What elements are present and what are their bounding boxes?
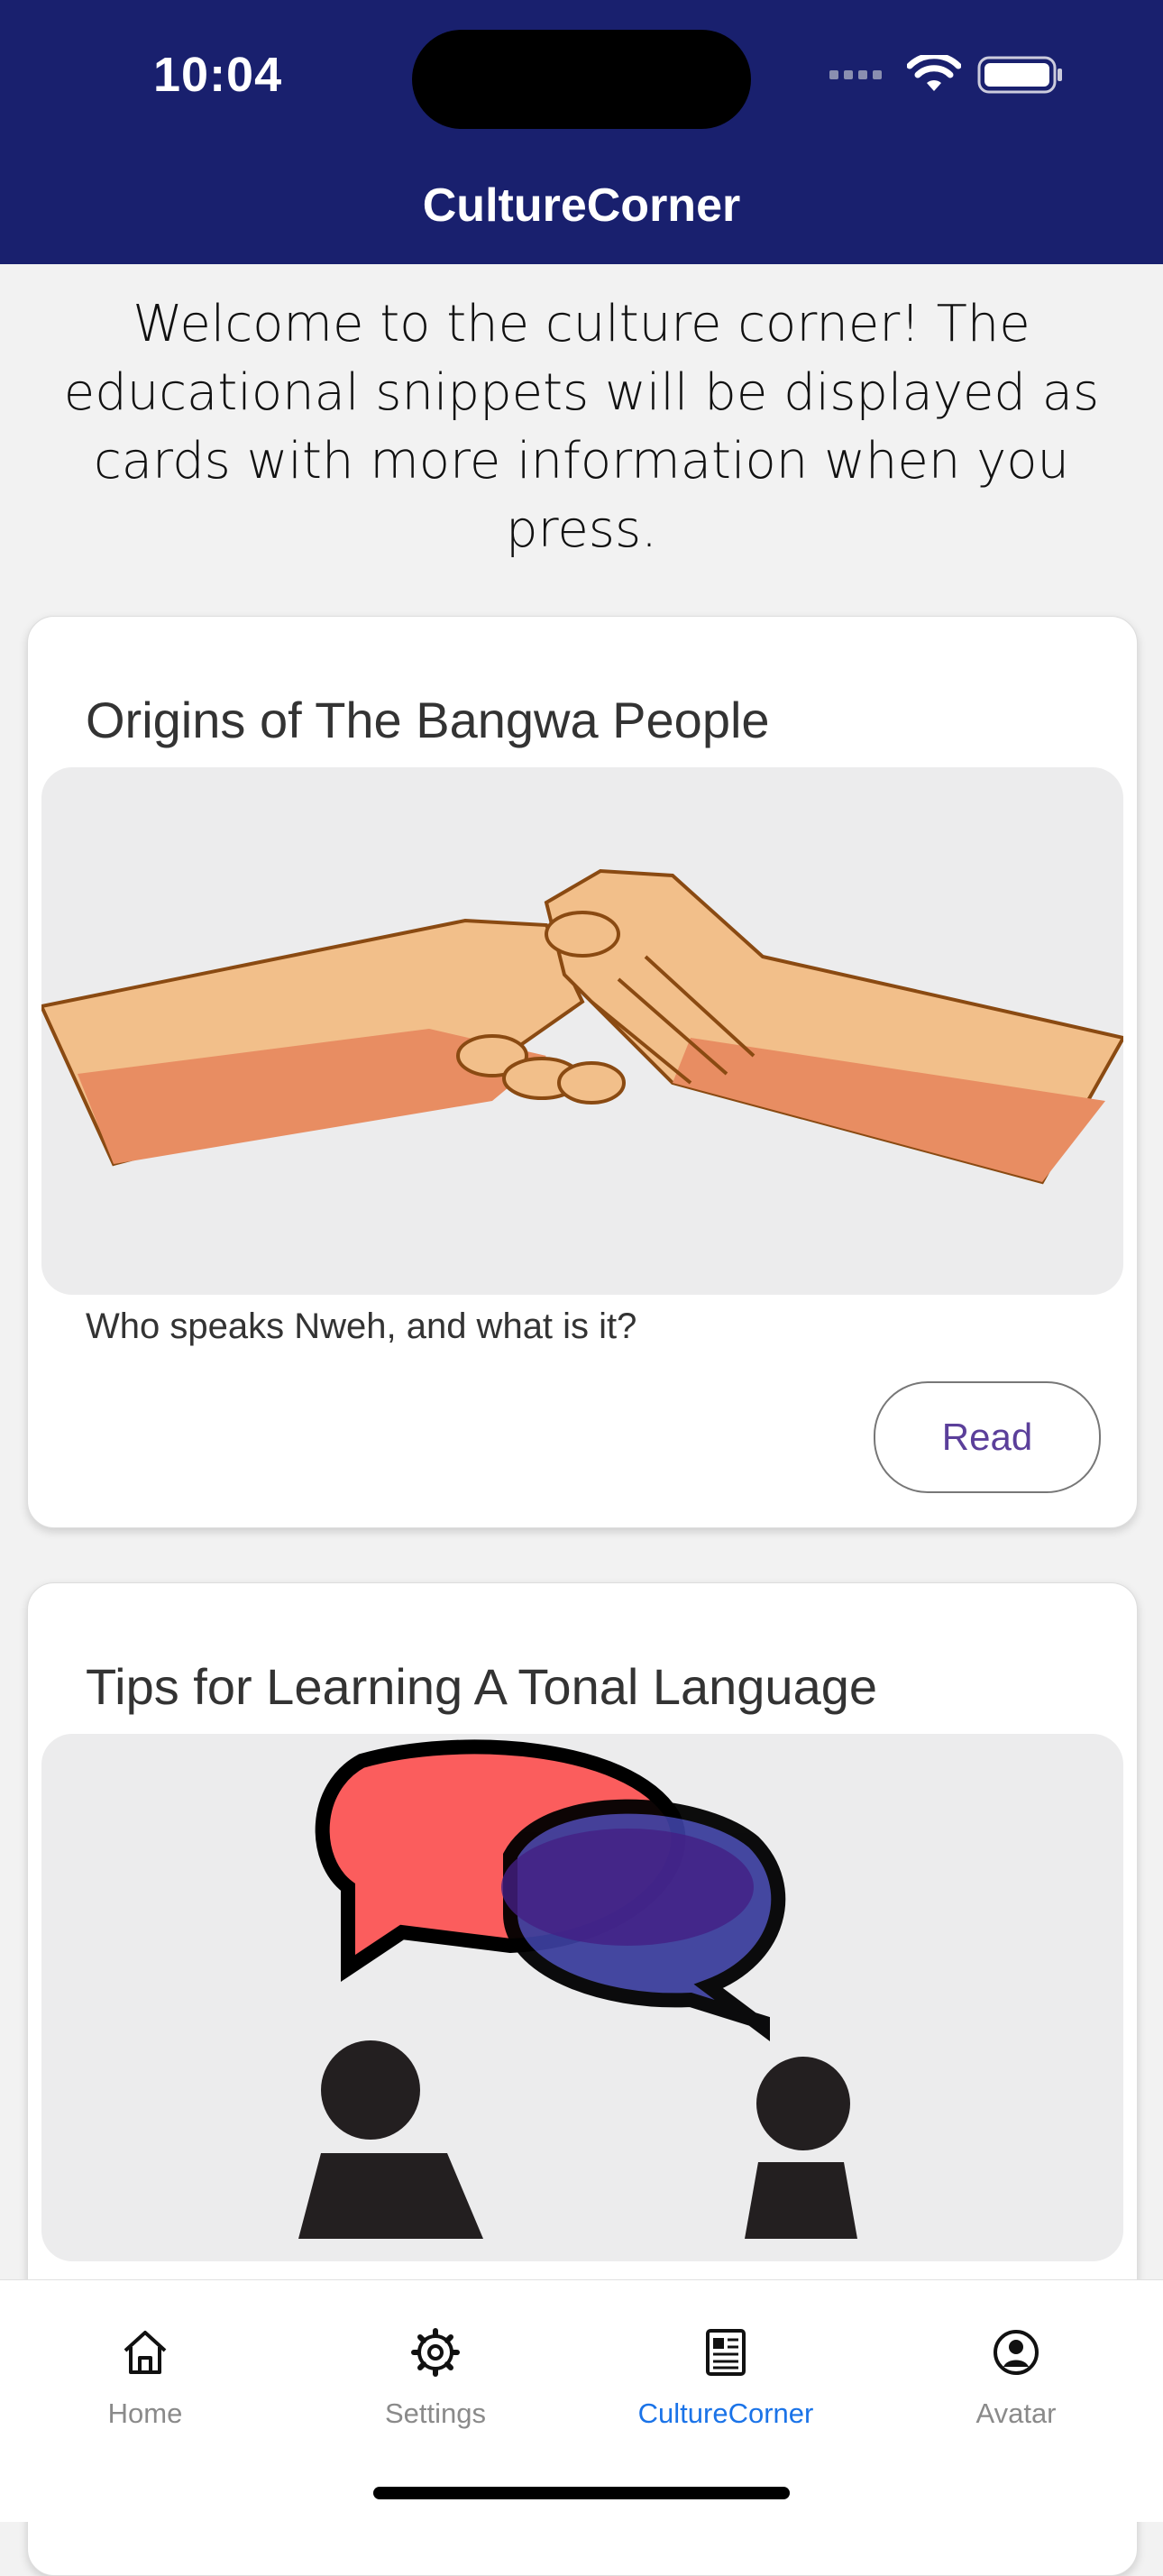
tab-bar: Home Settings CultureCorner Avatar (0, 2279, 1163, 2522)
conversation-image (41, 1734, 1123, 2261)
card-title: Tips for Learning A Tonal Language (86, 1658, 878, 1715)
status-time: 10:04 (153, 48, 283, 102)
tab-label: Home (107, 2397, 183, 2429)
intro-text: Welcome to the culture corner! The educa… (63, 295, 1100, 559)
dynamic-island (412, 30, 751, 129)
tab-label: Settings (384, 2397, 486, 2429)
newspaper-icon (706, 2329, 746, 2376)
wifi-icon (907, 55, 961, 91)
tab-label: CultureCorner (637, 2397, 814, 2429)
card-title: Origins of The Bangwa People (86, 692, 770, 748)
home-icon (124, 2331, 167, 2374)
page-title: CultureCorner (422, 179, 741, 232)
tab-culturecorner[interactable]: CultureCorner (581, 2280, 871, 2443)
app-header: 10:04 CultureCorner (0, 0, 1163, 264)
cellular-signal-icon (829, 70, 882, 79)
culture-card[interactable]: Origins of The Bangwa People Who speaks … (27, 616, 1138, 1528)
handshake-image (41, 767, 1123, 1295)
read-button[interactable]: Read (874, 1381, 1101, 1493)
tab-label: Avatar (975, 2397, 1057, 2429)
gear-icon (411, 2328, 460, 2377)
tab-home[interactable]: Home (0, 2280, 290, 2443)
tab-settings[interactable]: Settings (290, 2280, 581, 2443)
avatar-icon (994, 2330, 1039, 2375)
card-description: Who speaks Nweh, and what is it? (86, 1306, 637, 1346)
home-indicator[interactable] (373, 2487, 790, 2499)
battery-icon (977, 56, 1062, 94)
tab-avatar[interactable]: Avatar (871, 2280, 1161, 2443)
status-icons (829, 54, 1064, 96)
